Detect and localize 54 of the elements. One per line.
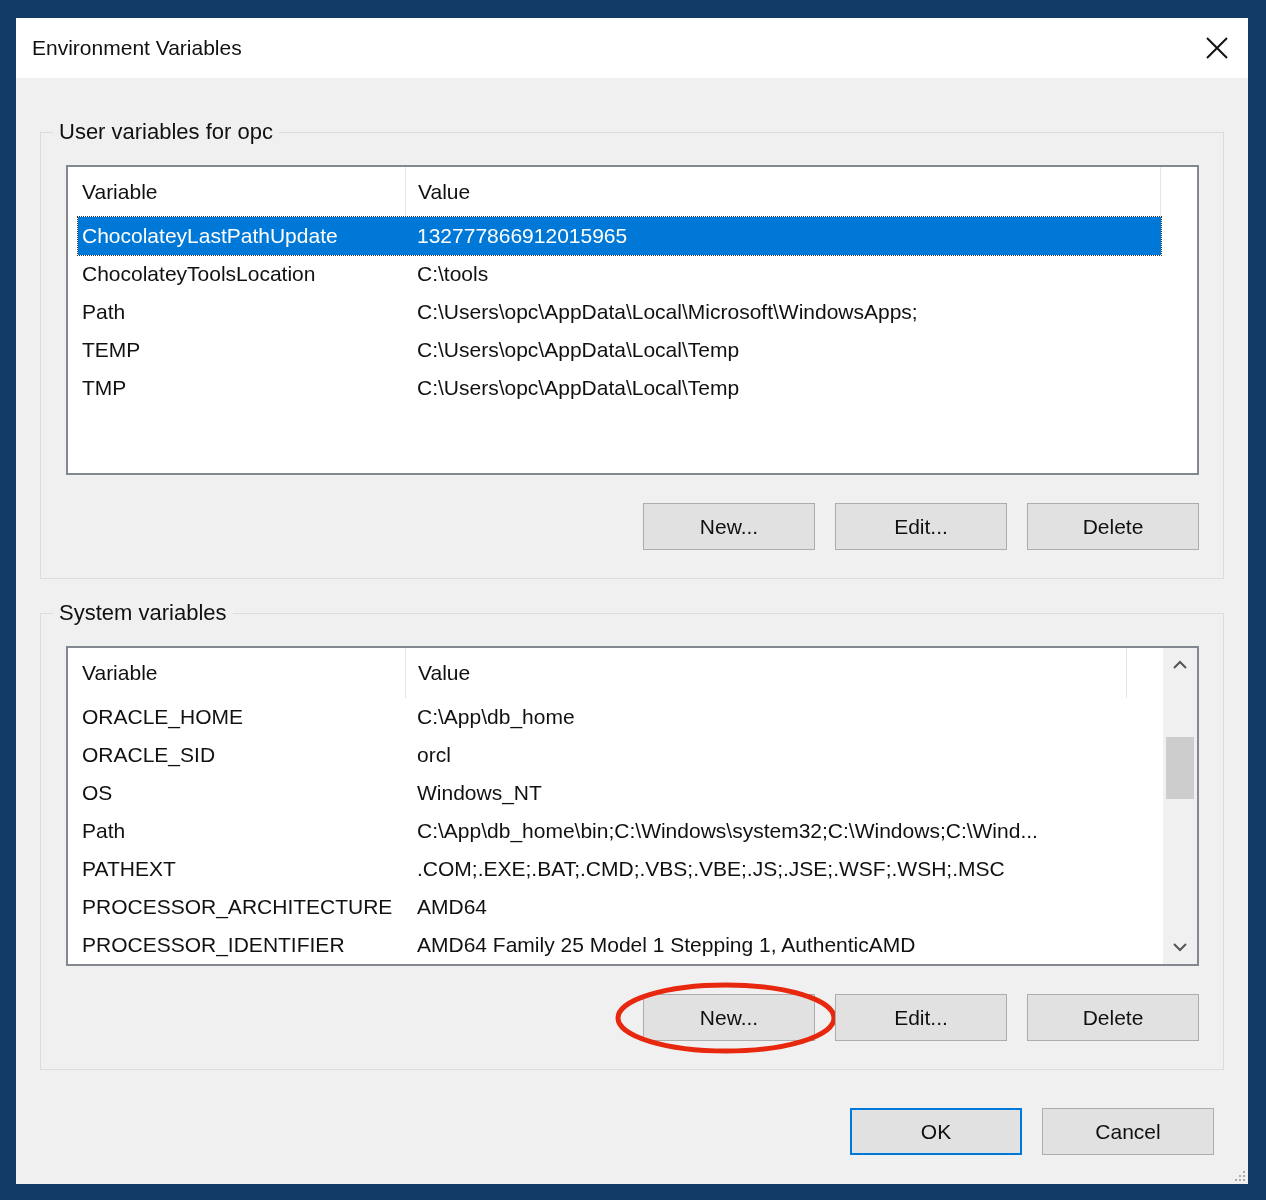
scroll-bar[interactable] — [1163, 648, 1197, 964]
variable-name: ChocolateyLastPathUpdate — [81, 224, 339, 248]
list-row[interactable]: ChocolateyLastPathUpdate 132777866912015965 — [78, 217, 1161, 255]
variable-name: ORACLE_HOME — [81, 705, 245, 729]
list-row[interactable]: TMP C:\Users\opc\AppData\Local\Temp — [78, 369, 1161, 407]
variable-value: .COM;.EXE;.BAT;.CMD;.VBS;.VBE;.JS;.JSE;.WSF;.WSH;.MSC — [416, 857, 1005, 881]
cancel-button[interactable]: Cancel — [1042, 1108, 1214, 1155]
action-button[interactable]: New... — [643, 994, 815, 1041]
scroll-up-icon[interactable] — [1173, 660, 1187, 669]
scroll-down-icon[interactable] — [1173, 943, 1187, 952]
variable-name: Path — [81, 819, 127, 843]
action-button[interactable]: Edit... — [835, 503, 1007, 550]
list-row[interactable]: PATHEXT .COM;.EXE;.BAT;.CMD;.VBS;.VBE;.JS;.JSE;.WSF;.WSH;.MSC — [78, 850, 1127, 888]
variable-name: ORACLE_SID — [81, 743, 217, 767]
list-row[interactable]: Path C:\App\db_home\bin;C:\Windows\system32;C:\Windows;C:\Wind... — [78, 812, 1127, 850]
variable-value: C:\Users\opc\AppData\Local\Temp — [416, 338, 740, 362]
ok-button[interactable]: OK — [850, 1108, 1022, 1155]
variable-value: C:\App\db_home — [416, 705, 575, 729]
variable-value: C:\Users\opc\AppData\Local\Temp — [416, 376, 740, 400]
variable-name: PROCESSOR_IDENTIFIER — [81, 933, 346, 957]
variable-value: orcl — [416, 743, 451, 767]
variable-name: TMP — [81, 376, 128, 400]
resize-grip-icon[interactable] — [1234, 1170, 1246, 1182]
list-row[interactable]: Path C:\Users\opc\AppData\Local\Microsoft\WindowsApps; — [78, 293, 1161, 331]
variable-name: ChocolateyToolsLocation — [81, 262, 317, 286]
list-row[interactable]: ORACLE_HOME C:\App\db_home — [78, 698, 1127, 736]
action-button[interactable]: Delete — [1027, 994, 1199, 1041]
variable-value: C:\App\db_home\bin;C:\Windows\system32;C:\Windows;C:\Wind... — [416, 819, 1038, 843]
variable-value: C:\Users\opc\AppData\Local\Microsoft\WindowsApps; — [416, 300, 918, 324]
variable-value: AMD64 — [416, 895, 488, 919]
column-header[interactable]: Variable — [68, 648, 405, 698]
action-button[interactable]: Edit... — [835, 994, 1007, 1041]
variable-value: AMD64 Family 25 Model 1 Stepping 1, AuthenticAMD — [416, 933, 916, 957]
variable-value: C:\tools — [416, 262, 489, 286]
variable-name: PROCESSOR_ARCHITECTURE — [81, 895, 394, 919]
list-row[interactable]: ORACLE_SID orcl — [78, 736, 1127, 774]
variable-name: PATHEXT — [81, 857, 177, 881]
action-button[interactable]: Delete — [1027, 503, 1199, 550]
list-row[interactable]: ChocolateyToolsLocation C:\tools — [78, 255, 1161, 293]
window-title: Environment Variables — [32, 36, 242, 60]
column-header[interactable]: Variable — [68, 167, 405, 217]
list-row[interactable]: OS Windows_NT — [78, 774, 1127, 812]
variable-name: Path — [81, 300, 127, 324]
close-icon[interactable] — [1206, 37, 1228, 59]
list-row[interactable]: TEMP C:\Users\opc\AppData\Local\Temp — [78, 331, 1161, 369]
variable-value: 132777866912015965 — [416, 224, 628, 248]
variable-value: Windows_NT — [416, 781, 542, 805]
action-button[interactable]: New... — [643, 503, 815, 550]
list-row[interactable]: PROCESSOR_ARCHITECTURE AMD64 — [78, 888, 1127, 926]
variable-name: OS — [81, 781, 114, 805]
variable-name: TEMP — [81, 338, 142, 362]
column-header[interactable]: Value — [405, 648, 1127, 698]
scroll-thumb[interactable] — [1166, 737, 1194, 799]
list-row[interactable]: PROCESSOR_IDENTIFIER AMD64 Family 25 Model 1 Stepping 1, AuthenticAMD — [78, 926, 1127, 964]
